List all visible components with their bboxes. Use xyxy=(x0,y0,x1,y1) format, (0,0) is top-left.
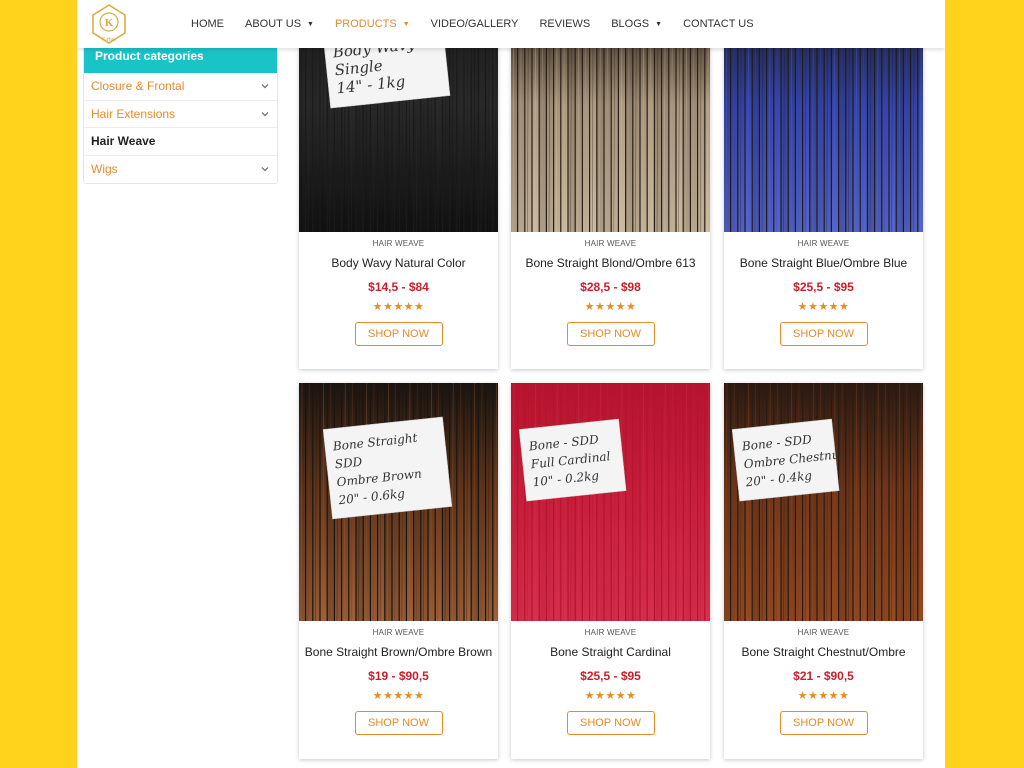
category-list: Closure & Frontal Hair Extensions Hair Wea… xyxy=(84,73,277,183)
nav-item-label: BLOGS xyxy=(611,18,650,30)
product-image-art: Bone - SDDFull Cardinal10" - 0.2kg xyxy=(511,383,710,621)
shop-now-button[interactable]: SHOP NOW xyxy=(779,711,868,735)
product-category: HAIR WEAVE xyxy=(584,239,637,248)
product-category: HAIR WEAVE xyxy=(372,628,425,637)
nav-item-about-us[interactable]: ABOUT US ▼ xyxy=(245,18,314,30)
product-category: HAIR WEAVE xyxy=(797,628,850,637)
nav-item-label: PRODUCTS xyxy=(334,18,397,30)
product-category: HAIR WEAVE xyxy=(372,239,425,248)
product-image-art: Bone StraightSDDOmbre Brown20" - 0.6kg xyxy=(299,383,498,621)
product-price: $28,5 - $98 xyxy=(580,280,641,294)
category-label: Hair Weave xyxy=(91,134,156,149)
product-name[interactable]: Bone Straight Blue/Ombre Blue xyxy=(724,256,923,270)
product-card[interactable]: Bone Straight SDD Ombre Brown 20" - 0.6kg HA… xyxy=(299,383,498,759)
logo-text: K-Hair xyxy=(102,37,117,43)
rating-stars-icon: ★★★★★ xyxy=(584,301,637,313)
shop-now-button[interactable]: SHOP NOW xyxy=(354,322,443,346)
logo-letter: K xyxy=(105,17,114,29)
shop-now-button[interactable]: SHOP NOW xyxy=(354,711,443,735)
nav-item-label: REVIEWS xyxy=(539,18,591,30)
page: K K-Hair HOME ABOUT US ▼ PRODUCTS ▼ VIDEO/GAL… xyxy=(77,0,945,768)
shop-now-button[interactable]: SHOP NOW xyxy=(566,711,655,735)
product-card[interactable]: Bone - SDD Ombre Chestnut 20" - 0.4kg HAIR … xyxy=(724,383,923,759)
product-price: $14,5 - $84 xyxy=(368,280,429,294)
product-category: HAIR WEAVE xyxy=(797,239,850,248)
category-item-hair-extensions[interactable]: Hair Extensions xyxy=(84,101,277,128)
nav-item-contact-us[interactable]: CONTACT US xyxy=(683,18,754,30)
product-card[interactable]: HAIR WEAVE Bone Straight Blue/Ombre Blue $… xyxy=(724,0,923,369)
product-image[interactable]: Bone Straight SDD Ombre Brown 20" - 0.6kg xyxy=(299,383,498,621)
product-price: $25,5 - $95 xyxy=(580,669,641,683)
category-item-wigs[interactable]: Wigs xyxy=(84,156,277,184)
product-categories-widget: Product categories Closure & Frontal Hair… xyxy=(83,42,278,184)
site-logo[interactable]: K K-Hair xyxy=(87,3,131,45)
main-nav: HOME ABOUT US ▼ PRODUCTS ▼ VIDEO/GALLERY REVIE… xyxy=(191,0,775,48)
nav-item-label: ABOUT US xyxy=(245,18,302,30)
nav-item-video-gallery[interactable]: VIDEO/GALLERY xyxy=(431,18,519,30)
site-header: K K-Hair HOME ABOUT US ▼ PRODUCTS ▼ VIDEO/GAL… xyxy=(77,0,945,48)
product-name[interactable]: Bone Straight Blond/Ombre 613 xyxy=(511,256,710,270)
caret-down-icon: ▼ xyxy=(402,20,410,28)
category-label: Wigs xyxy=(91,162,118,177)
product-name[interactable]: Bone Straight Chestnut/Ombre xyxy=(724,645,923,659)
rating-stars-icon: ★★★★★ xyxy=(584,690,637,702)
rating-stars-icon: ★★★★★ xyxy=(797,301,850,313)
nav-item-home[interactable]: HOME xyxy=(191,18,224,30)
chevron-down-icon[interactable] xyxy=(260,164,270,174)
product-price: $19 - $90,5 xyxy=(368,669,429,683)
nav-item-products[interactable]: PRODUCTS ▼ xyxy=(335,18,410,30)
nav-item-label: HOME xyxy=(191,18,224,30)
category-item-hair-weave[interactable]: Hair Weave xyxy=(84,128,277,156)
chevron-down-icon[interactable] xyxy=(260,81,270,91)
chevron-down-icon[interactable] xyxy=(260,109,270,119)
nav-item-label: VIDEO/GALLERY xyxy=(430,18,519,30)
caret-down-icon: ▼ xyxy=(307,20,314,28)
shop-now-button[interactable]: SHOP NOW xyxy=(566,322,655,346)
product-image[interactable]: Bone - SDD Full Cardinal 10" - 0.2kg xyxy=(511,383,710,621)
product-image[interactable]: Bone - SDD Ombre Chestnut 20" - 0.4kg xyxy=(724,383,923,621)
rating-stars-icon: ★★★★★ xyxy=(372,690,425,702)
caret-down-icon: ▼ xyxy=(655,20,663,28)
category-label: Hair Extensions xyxy=(91,106,176,121)
nav-item-label: CONTACT US xyxy=(683,18,754,30)
product-card[interactable]: HAIR WEAVE Bone Straight Blond/Ombre 613 $… xyxy=(511,0,710,369)
category-label: Closure & Frontal xyxy=(91,79,185,94)
product-price: $21 - $90,5 xyxy=(793,669,854,683)
product-card[interactable]: Body Wavy Single 14" - 1kg HAIR WEAVE Body W… xyxy=(299,0,498,369)
product-name[interactable]: Body Wavy Natural Color xyxy=(299,256,498,270)
nav-item-reviews[interactable]: REVIEWS xyxy=(539,18,590,30)
product-name[interactable]: Bone Straight Cardinal xyxy=(511,645,710,659)
shop-now-button[interactable]: SHOP NOW xyxy=(779,322,868,346)
rating-stars-icon: ★★★★★ xyxy=(797,690,850,702)
product-category: HAIR WEAVE xyxy=(584,628,637,637)
product-image-art: Bone - SDDOmbre Chestnut20" - 0.4kg xyxy=(724,383,923,621)
product-image-tag-text: SDD xyxy=(334,455,363,472)
product-price: $25,5 - $95 xyxy=(793,280,854,294)
nav-item-blogs[interactable]: BLOGS ▼ xyxy=(611,18,662,30)
product-name[interactable]: Bone Straight Brown/Ombre Brown xyxy=(299,645,498,659)
rating-stars-icon: ★★★★★ xyxy=(372,301,425,313)
category-item-closure-frontal[interactable]: Closure & Frontal xyxy=(84,73,277,101)
product-card[interactable]: Bone - SDD Full Cardinal 10" - 0.2kg HAIR W… xyxy=(511,383,710,759)
